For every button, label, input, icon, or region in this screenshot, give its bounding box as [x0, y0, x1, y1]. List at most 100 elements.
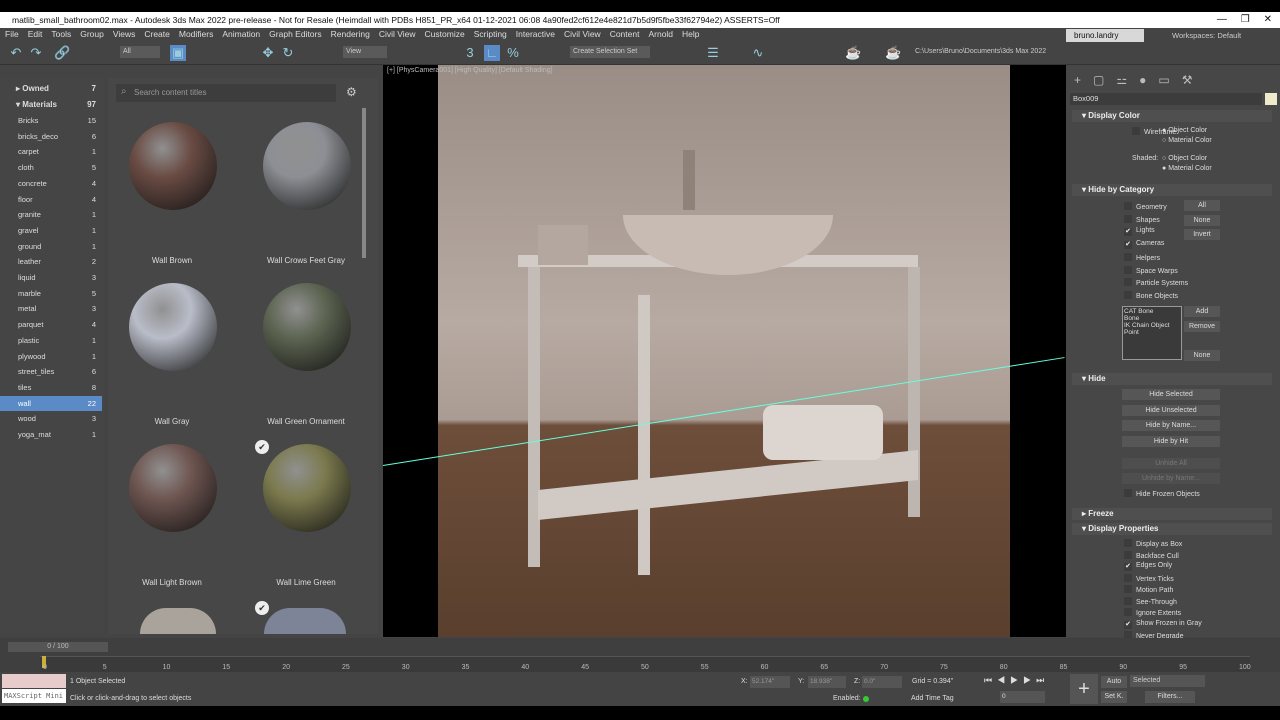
category-checkbox[interactable]: Cameras: [1124, 240, 1164, 249]
viewport[interactable]: [+] [PhysCamera001] [High Quality] [Defa…: [382, 65, 1066, 637]
render-icon[interactable]: ☕: [885, 45, 901, 61]
display-property-checkbox[interactable]: Display as Box: [1124, 539, 1182, 548]
command-panel-tabs[interactable]: +▢⚍●▭⚒: [1074, 73, 1204, 87]
none-list-button[interactable]: None: [1184, 350, 1220, 361]
display-property-checkbox[interactable]: See-Through: [1124, 597, 1177, 606]
remove-button[interactable]: Remove: [1184, 321, 1220, 332]
category-item[interactable]: carpet 1: [0, 144, 102, 159]
none-button[interactable]: None: [1184, 215, 1220, 226]
category-item[interactable]: floor 4: [0, 192, 102, 207]
rollout-hide[interactable]: ▾ Hide: [1072, 373, 1272, 385]
key-mode-icon[interactable]: +: [1070, 674, 1098, 704]
reference-coordinate-dropdown[interactable]: View: [343, 46, 387, 58]
maxscript-mini-input[interactable]: MAXScript Mini: [2, 689, 66, 703]
menu-animation[interactable]: Animation: [222, 28, 260, 41]
select-object-icon[interactable]: ▣: [170, 45, 186, 61]
category-item[interactable]: bricks_deco 6: [0, 129, 102, 144]
menu-graph-editors[interactable]: Graph Editors: [269, 28, 321, 41]
category-item[interactable]: street_tiles 6: [0, 364, 102, 379]
display-property-checkbox[interactable]: Vertex Ticks: [1124, 574, 1174, 583]
tree-materials[interactable]: ▾ Materials 97: [0, 97, 102, 112]
menu-scripting[interactable]: Scripting: [474, 28, 507, 41]
category-checkbox[interactable]: Shapes: [1124, 215, 1160, 224]
rollout-display-properties[interactable]: ▾ Display Properties: [1072, 523, 1272, 535]
rotate-icon[interactable]: ↻: [280, 45, 296, 61]
user-account-dropdown[interactable]: bruno.landry: [1066, 29, 1144, 42]
current-frame-field[interactable]: 0: [1000, 691, 1045, 703]
material-sphere-partial[interactable]: [140, 608, 216, 634]
rollout-hide-by-category[interactable]: ▾ Hide by Category: [1072, 184, 1272, 196]
enabled-indicator-icon[interactable]: [863, 696, 869, 702]
selection-set-dropdown[interactable]: Create Selection Set: [570, 46, 650, 58]
category-item[interactable]: metal 3: [0, 301, 102, 316]
list-item[interactable]: CAT Bone: [1124, 308, 1180, 315]
material-tile[interactable]: Wall Crows Feet Gray: [241, 122, 371, 272]
menu-civil-view[interactable]: Civil View: [564, 28, 601, 41]
category-item[interactable]: Bricks 15: [0, 113, 102, 128]
redo-icon[interactable]: ↷: [28, 45, 44, 61]
menu-customize[interactable]: Customize: [425, 28, 465, 41]
menu-tools[interactable]: Tools: [51, 28, 71, 41]
radio-material-color[interactable]: ○ Material Color: [1162, 137, 1212, 144]
list-item[interactable]: Bone: [1124, 315, 1180, 322]
radio-object-color[interactable]: ● Object Color: [1162, 127, 1207, 134]
category-checkbox[interactable]: Helpers: [1124, 253, 1160, 262]
list-item[interactable]: Point: [1124, 329, 1180, 336]
object-name-field[interactable]: Box009: [1070, 93, 1262, 105]
material-sphere-partial[interactable]: [264, 608, 346, 634]
time-slider[interactable]: 0 / 100: [8, 642, 108, 652]
auto-key-button[interactable]: Auto: [1101, 676, 1127, 688]
viewport-label[interactable]: [+] [PhysCamera001] [High Quality] [Defa…: [387, 67, 553, 74]
add-time-tag[interactable]: Add Time Tag: [911, 695, 954, 702]
percent-snap-icon[interactable]: %: [505, 45, 521, 61]
curve-editor-icon[interactable]: ∿: [750, 45, 766, 61]
timeline[interactable]: 0 / 100: [0, 638, 1280, 672]
category-checkbox[interactable]: Bone Objects: [1124, 291, 1178, 300]
menu-help[interactable]: Help: [682, 28, 699, 41]
undo-icon[interactable]: ↶: [8, 45, 24, 61]
category-item[interactable]: ground 1: [0, 239, 102, 254]
display-property-checkbox[interactable]: Motion Path: [1124, 585, 1173, 594]
hide-button[interactable]: Hide Selected: [1122, 389, 1220, 400]
category-item[interactable]: yoga_mat 1: [0, 427, 102, 442]
category-item[interactable]: gravel 1: [0, 223, 102, 238]
radio-object-color-shaded[interactable]: ○ Object Color: [1162, 155, 1207, 162]
category-checkbox[interactable]: Geometry: [1124, 202, 1167, 211]
menu-modifiers[interactable]: Modifiers: [179, 28, 213, 41]
menu-views[interactable]: Views: [113, 28, 136, 41]
display-property-checkbox[interactable]: Show Frozen in Gray: [1124, 620, 1202, 629]
selection-filter-dropdown[interactable]: All: [120, 46, 160, 58]
menu-rendering[interactable]: Rendering: [331, 28, 370, 41]
category-item[interactable]: tiles 8: [0, 380, 102, 395]
hide-button[interactable]: Hide Unselected: [1122, 404, 1220, 416]
add-button[interactable]: Add: [1184, 306, 1220, 317]
rollout-display-color[interactable]: ▾ Display Color: [1072, 110, 1272, 122]
gear-icon[interactable]: ⚙: [346, 85, 357, 99]
hide-frozen-checkbox[interactable]: Hide Frozen Objects: [1124, 489, 1200, 498]
tree-owned[interactable]: ▸ Owned 7: [0, 81, 102, 96]
link-icon[interactable]: 🔗: [54, 45, 70, 61]
category-item[interactable]: cloth 5: [0, 160, 102, 175]
project-path-dropdown[interactable]: C:\Users\Bruno\Documents\3ds Max 2022: [912, 46, 1060, 58]
material-tile[interactable]: Wall Lime Green: [241, 444, 371, 594]
display-property-checkbox[interactable]: Ignore Extents: [1124, 608, 1181, 617]
invert-button[interactable]: Invert: [1184, 229, 1220, 240]
category-item[interactable]: wall 22: [0, 395, 102, 411]
rollout-freeze[interactable]: ▸ Freeze: [1072, 508, 1272, 520]
render-setup-icon[interactable]: ☕: [845, 45, 861, 61]
set-key-button[interactable]: Set K.: [1101, 691, 1127, 703]
category-checkbox[interactable]: Lights: [1124, 227, 1155, 236]
z-coordinate-field[interactable]: 0.0": [862, 676, 902, 688]
radio-material-color-shaded[interactable]: ● Material Color: [1162, 165, 1212, 172]
list-item[interactable]: IK Chain Object: [1124, 322, 1180, 329]
material-tile[interactable]: Wall Brown: [107, 122, 237, 272]
display-property-checkbox[interactable]: Backface Cull: [1124, 551, 1179, 560]
unhide-button[interactable]: Unhide All: [1122, 458, 1220, 469]
window-controls[interactable]: — ❐ ✕: [1217, 12, 1272, 28]
maxscript-listener-color[interactable]: [2, 674, 66, 688]
category-item[interactable]: parquet 4: [0, 317, 102, 332]
menu-group[interactable]: Group: [80, 28, 104, 41]
key-filter-dropdown[interactable]: Selected: [1130, 675, 1205, 687]
category-item[interactable]: liquid 3: [0, 270, 102, 285]
y-coordinate-field[interactable]: 18.938": [808, 676, 846, 688]
